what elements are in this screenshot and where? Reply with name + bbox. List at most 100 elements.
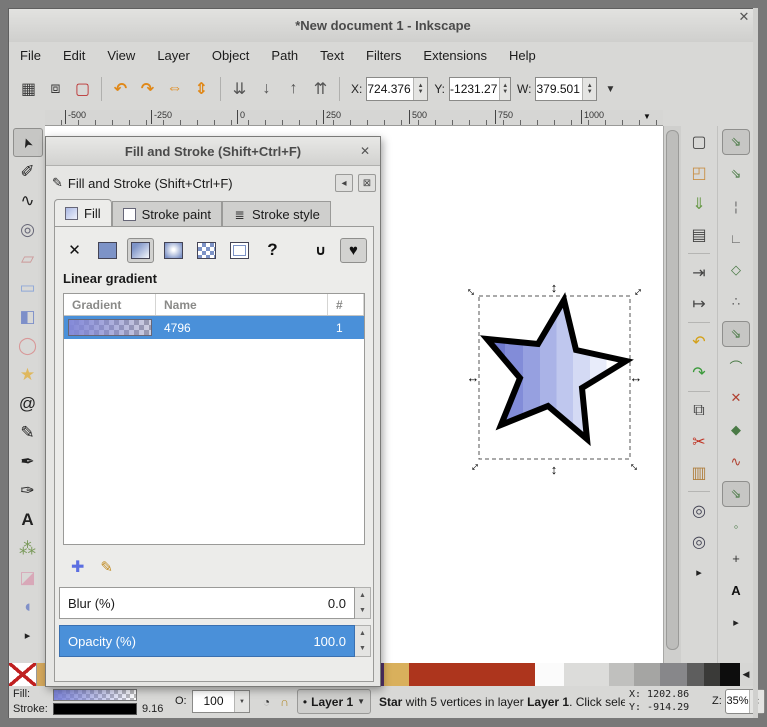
commands-overflow-icon[interactable]: ▸ — [685, 559, 713, 586]
stroke-indicator-swatch[interactable] — [53, 703, 137, 715]
spin-up-icon[interactable]: ▲ — [359, 630, 366, 637]
snap-bbox-icon[interactable]: ⇘ — [722, 161, 750, 187]
snap-bbox-centers-icon[interactable]: ∴ — [722, 289, 750, 315]
lower-icon[interactable]: ↓ — [253, 76, 280, 103]
w-input[interactable]: 379.501 ▲ ▼ — [535, 77, 597, 101]
scale-handle-s[interactable]: ↕ — [547, 462, 561, 476]
layer-lock-icon[interactable]: ∩ — [277, 694, 292, 709]
menu-view[interactable]: View — [96, 44, 146, 67]
node-tool[interactable]: ✐ — [13, 157, 43, 186]
spray-tool[interactable]: ⁂ — [13, 534, 43, 563]
select-all-icon[interactable]: ▦ — [15, 76, 42, 103]
rotate-ccw-icon[interactable]: ↶ — [107, 76, 134, 103]
gradient-list[interactable]: Gradient Name # 4796 1 — [63, 293, 365, 545]
edit-gradient-button[interactable]: ✎ — [100, 558, 113, 576]
window-close-icon[interactable]: ✕ — [735, 8, 753, 26]
copy-icon[interactable]: ⧉ — [685, 397, 713, 424]
snap-text-baseline-icon[interactable]: A — [722, 577, 750, 603]
fill-rule-evenodd-button[interactable]: ∪ — [307, 238, 334, 263]
swatch-button[interactable] — [226, 238, 253, 263]
scale-handle-n[interactable]: ↕ — [547, 280, 561, 294]
snap-bbox-corners-icon[interactable]: ∟ — [722, 225, 750, 251]
linear-gradient-button[interactable] — [127, 238, 154, 263]
palette-swatch[interactable] — [384, 663, 409, 686]
spin-up-icon[interactable]: ▲ — [359, 592, 366, 599]
panel-close-icon[interactable]: ⊠ — [358, 174, 376, 192]
menu-help[interactable]: Help — [498, 44, 547, 67]
y-input[interactable]: -1231.27 ▲ ▼ — [449, 77, 511, 101]
rotate-cw-icon[interactable]: ↷ — [134, 76, 161, 103]
column-gradient[interactable]: Gradient — [64, 294, 156, 315]
w-spinner[interactable]: ▲ ▼ — [582, 78, 597, 100]
scrollbar-thumb[interactable] — [666, 130, 679, 650]
snap-rotation-centers-icon[interactable]: + — [722, 545, 750, 571]
column-count[interactable]: # — [328, 294, 364, 315]
pen-tool[interactable]: ✒ — [13, 447, 43, 476]
snap-cusp-nodes-icon[interactable]: ◆ — [722, 417, 750, 443]
opacity-input[interactable]: 100 ▼ — [192, 690, 250, 713]
add-gradient-button[interactable]: ✚ — [71, 557, 84, 577]
column-name[interactable]: Name — [156, 294, 328, 315]
menu-path[interactable]: Path — [260, 44, 309, 67]
snap-bbox-midpoints-icon[interactable]: ◇ — [722, 257, 750, 283]
panel-collapse-icon[interactable]: ◂ — [335, 174, 353, 192]
cut-icon[interactable]: ✂ — [685, 428, 713, 455]
scale-handle-e[interactable]: ↔ — [629, 370, 643, 384]
zoom-selection-icon[interactable]: ◎ — [685, 497, 713, 524]
paste-icon[interactable]: ▥ — [685, 459, 713, 486]
no-paint-button[interactable]: ✕ — [61, 238, 88, 263]
spin-down-icon[interactable]: ▼ — [239, 699, 245, 705]
menu-object[interactable]: Object — [201, 44, 261, 67]
pencil-tool[interactable]: ✎ — [13, 418, 43, 447]
spin-down-icon[interactable]: ▼ — [359, 645, 366, 652]
import-icon[interactable]: ⇥ — [685, 259, 713, 286]
open-icon[interactable]: ◰ — [685, 159, 713, 186]
snap-paths-icon[interactable]: ⌒ — [722, 353, 750, 379]
menu-text[interactable]: Text — [309, 44, 355, 67]
print-icon[interactable]: ▤ — [685, 221, 713, 248]
undo-icon[interactable]: ↶ — [685, 328, 713, 355]
rectangle-tool[interactable]: ▭ — [13, 273, 43, 302]
y-spinner[interactable]: ▲ ▼ — [499, 78, 510, 100]
blur-spinner[interactable]: ▲ ▼ — [355, 587, 371, 619]
palette-swatch[interactable] — [609, 663, 634, 686]
x-spinner[interactable]: ▲ ▼ — [413, 78, 428, 100]
raise-to-top-icon[interactable]: ⇈ — [307, 76, 334, 103]
palette-swatch[interactable] — [660, 663, 687, 686]
calligraphy-tool[interactable]: ✑ — [13, 476, 43, 505]
gradient-row-selected[interactable]: 4796 1 — [64, 316, 364, 339]
flip-horizontal-icon[interactable]: ⇔ — [161, 76, 188, 103]
opacity-spinner[interactable]: ▼ — [234, 691, 249, 712]
spiral-tool[interactable]: @ — [13, 389, 43, 418]
3dbox-tool[interactable]: ◧ — [13, 302, 43, 331]
menu-file[interactable]: File — [9, 44, 52, 67]
snap-others-icon[interactable]: ⇘ — [722, 481, 750, 507]
blur-slider[interactable]: Blur (%) 0.0 — [59, 587, 355, 619]
selector-tool[interactable]: ➤ — [13, 128, 43, 157]
horizontal-ruler[interactable]: -500 -250 0 250 500 750 1000 ▼ — [45, 110, 663, 126]
spin-down-icon[interactable]: ▼ — [359, 607, 366, 614]
toolbar-overflow-icon[interactable]: ▼ — [605, 84, 615, 95]
palette-swatch[interactable] — [634, 663, 660, 686]
snap-object-centers-icon[interactable]: ◦ — [722, 513, 750, 539]
scale-handle-w[interactable]: ↔ — [466, 370, 480, 384]
zoom-tool[interactable]: ◎ — [13, 215, 43, 244]
zoom-drawing-icon[interactable]: ◎ — [685, 528, 713, 555]
palette-swatch[interactable] — [535, 663, 564, 686]
vertical-scrollbar[interactable] — [663, 126, 681, 663]
palette-swatch[interactable] — [704, 663, 720, 686]
palette-swatch[interactable] — [720, 663, 740, 686]
flip-vertical-icon[interactable]: ⇕ — [188, 76, 215, 103]
toolbox-overflow[interactable]: ▸ — [13, 621, 43, 650]
snap-nodes-icon[interactable]: ⇘ — [722, 321, 750, 347]
select-all-layers-icon[interactable]: ⧈ — [42, 76, 69, 103]
eraser-tool[interactable]: ◪ — [13, 563, 43, 592]
snap-enable-icon[interactable]: ⇘ — [722, 129, 750, 155]
menu-extensions[interactable]: Extensions — [412, 44, 498, 67]
tab-stroke-style[interactable]: ≣ Stroke style — [222, 201, 331, 227]
measure-tool[interactable]: ▱ — [13, 244, 43, 273]
unknown-paint-button[interactable]: ? — [259, 238, 286, 263]
opacity-slider[interactable]: Opacity (%) 100.0 — [59, 625, 355, 657]
tweak-tool[interactable]: ∿ — [13, 186, 43, 215]
save-icon[interactable]: ⇓ — [685, 190, 713, 217]
